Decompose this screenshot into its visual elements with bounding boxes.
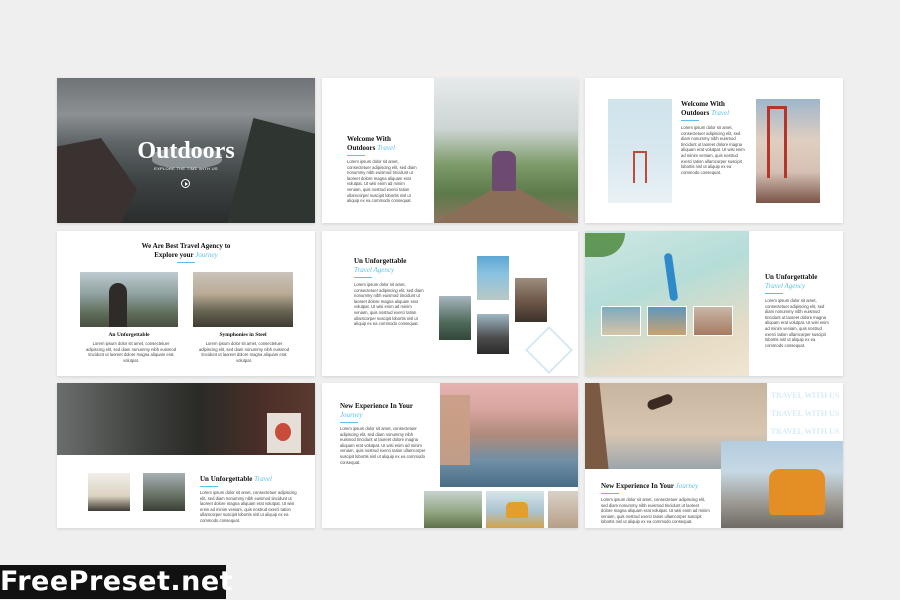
traveler-bag-photo [515, 278, 547, 322]
slide-5-title-line1: Un Unforgettable [354, 257, 407, 265]
slide-1-outdoors-cover[interactable]: Outdoors EXPLORE THE TIME WITH US [57, 78, 315, 223]
slide-2-title-accent: Travel [377, 143, 396, 152]
orange-van-shape [769, 469, 825, 515]
slide-9-body: Lorem ipsum dolor sit amet, consectetuer… [601, 497, 710, 525]
play-icon[interactable] [181, 179, 190, 188]
slide-5-title-accent: Travel Agency [354, 265, 395, 274]
slide-4-title-accent: Journey [195, 250, 218, 259]
slide-4-body-2: Lorem ipsum dolor sit amet, consectetuer… [198, 341, 290, 363]
slide-2-accent-line [347, 155, 365, 156]
slide-5-title: Un Unforgettable Travel Agency [354, 257, 406, 274]
slide-7-title: Un Unforgettable Travel [200, 475, 272, 484]
slide-7-title-accent: Travel [254, 475, 272, 483]
slide-4-title-line1: We Are Best Travel Agency to [141, 242, 231, 250]
slide-3-accent-line [681, 120, 699, 121]
slide-4-title: We Are Best Travel Agency to Explore you… [57, 242, 315, 259]
travel-with-us-3: TRAVEL WITH US [770, 427, 840, 436]
cover-title: Outdoors [137, 138, 235, 164]
travel-with-us-2: TRAVEL WITH US [770, 409, 840, 418]
slide-7-title-line1: Un Unforgettable [200, 475, 253, 483]
slide-3-welcome-bridges[interactable]: Welcome With Outdoors Travel Lorem ipsum… [585, 78, 843, 223]
hiker-mountain-photo [80, 272, 178, 327]
slide-6-beach-agency[interactable]: Un Unforgettable Travel Agency Lorem ips… [585, 231, 843, 376]
slide-8-title-accent: Journey [340, 410, 363, 419]
slide-8-body: Lorem ipsum dolor sit amet, consectetuer… [340, 426, 426, 465]
slide-3-body: Lorem ipsum dolor sit amet, consectetuer… [681, 125, 745, 175]
slide-2-title-line1: Welcome With [347, 135, 391, 143]
slide-2-title-line2: Outdoors [347, 143, 376, 152]
lake-sunset-photo [193, 272, 293, 327]
slide-9-title-accent: Journey [675, 482, 699, 490]
mountain-river-photo [439, 296, 471, 340]
hikers-shape [492, 151, 516, 191]
car-travel-photo [477, 314, 509, 354]
couple-beach-thumb-photo [693, 306, 733, 336]
cover-subtitle: EXPLORE THE TIME WITH US [154, 166, 218, 171]
slide-5-agency-collage[interactable]: Un Unforgettable Travel Agency Lorem ips… [322, 231, 578, 376]
desert-road-photo [548, 491, 578, 528]
slide-4-caption-2: Symphonies in Steel [219, 332, 267, 338]
slide-4-body-1: Lorem ipsum dolor sit amet, consectetuer… [85, 341, 177, 363]
slide-9-accent-line [601, 493, 619, 494]
slide-7-accent-line [200, 486, 218, 487]
slide-2-welcome[interactable]: Welcome With Outdoors Travel Lorem ipsum… [322, 78, 578, 223]
bridge-tower-large-shape [767, 106, 787, 178]
slide-7-body: Lorem ipsum dolor sit amet, consectetuer… [200, 490, 297, 523]
van-shape [506, 502, 528, 518]
slide-7-market[interactable]: Un Unforgettable Travel Lorem ipsum dolo… [57, 383, 315, 528]
slide-4-title-line2: Explore your [154, 250, 194, 259]
statue-sky-photo [477, 256, 509, 300]
hiker-portrait-photo [143, 473, 185, 511]
hiker-figure-shape [109, 283, 127, 327]
bridge-tower-small-shape [633, 151, 647, 183]
slide-6-body: Lorem ipsum dolor sit amet, consectetuer… [765, 298, 829, 348]
slide-9-title: New Experience In Your Journey [601, 482, 698, 491]
slide-8-venice[interactable]: New Experience In Your Journey Lorem ips… [322, 383, 578, 528]
surfers-thumb-photo [601, 306, 641, 336]
venice-buildings-shape [440, 395, 470, 465]
slide-9-travel-with-us[interactable]: TRAVEL WITH US TRAVEL WITH US TRAVEL WIT… [585, 383, 843, 528]
couple-field-photo [424, 491, 482, 528]
slide-6-title-accent: Travel Agency [765, 281, 806, 290]
slide-2-title: Welcome With Outdoors Travel [347, 135, 395, 152]
slide-4-accent-line [177, 262, 195, 263]
slide-9-title-line1: New Experience In Your [601, 482, 674, 490]
slide-8-title: New Experience In Your Journey [340, 402, 413, 419]
slide-4-caption-1: An Unforgettable [108, 332, 150, 338]
slide-8-accent-line [340, 422, 358, 423]
slide-3-title: Welcome With Outdoors Travel [681, 100, 729, 117]
slide-3-title-accent: Travel [711, 108, 730, 117]
slide-9-repeat-text: TRAVEL WITH US TRAVEL WITH US TRAVEL WIT… [767, 383, 843, 441]
slide-2-body: Lorem ipsum dolor sit amet, consectetuer… [347, 159, 417, 204]
travel-with-us-1: TRAVEL WITH US [770, 391, 840, 400]
desk-work-photo [88, 473, 130, 511]
ocean-pier-thumb-photo [647, 306, 687, 336]
slide-5-accent-line [354, 277, 372, 278]
slide-6-title-line1: Un Unforgettable [765, 273, 818, 281]
market-red-flower-shape [275, 423, 291, 441]
watermark-freepreset: FreePreset.net [0, 565, 234, 599]
decorative-outline-shape [524, 325, 574, 375]
golden-gate-photo [756, 99, 820, 203]
slide-5-body: Lorem ipsum dolor sit amet, consectetuer… [354, 282, 424, 327]
slide-6-title: Un Unforgettable Travel Agency [765, 273, 817, 290]
slide-8-title-line1: New Experience In Your [340, 402, 414, 410]
slide-6-accent-line [765, 293, 783, 294]
slide-3-title-line1: Welcome With [681, 100, 725, 108]
slide-4-best-agency[interactable]: We Are Best Travel Agency to Explore you… [57, 231, 315, 376]
slide-3-title-line2: Outdoors [681, 108, 710, 117]
